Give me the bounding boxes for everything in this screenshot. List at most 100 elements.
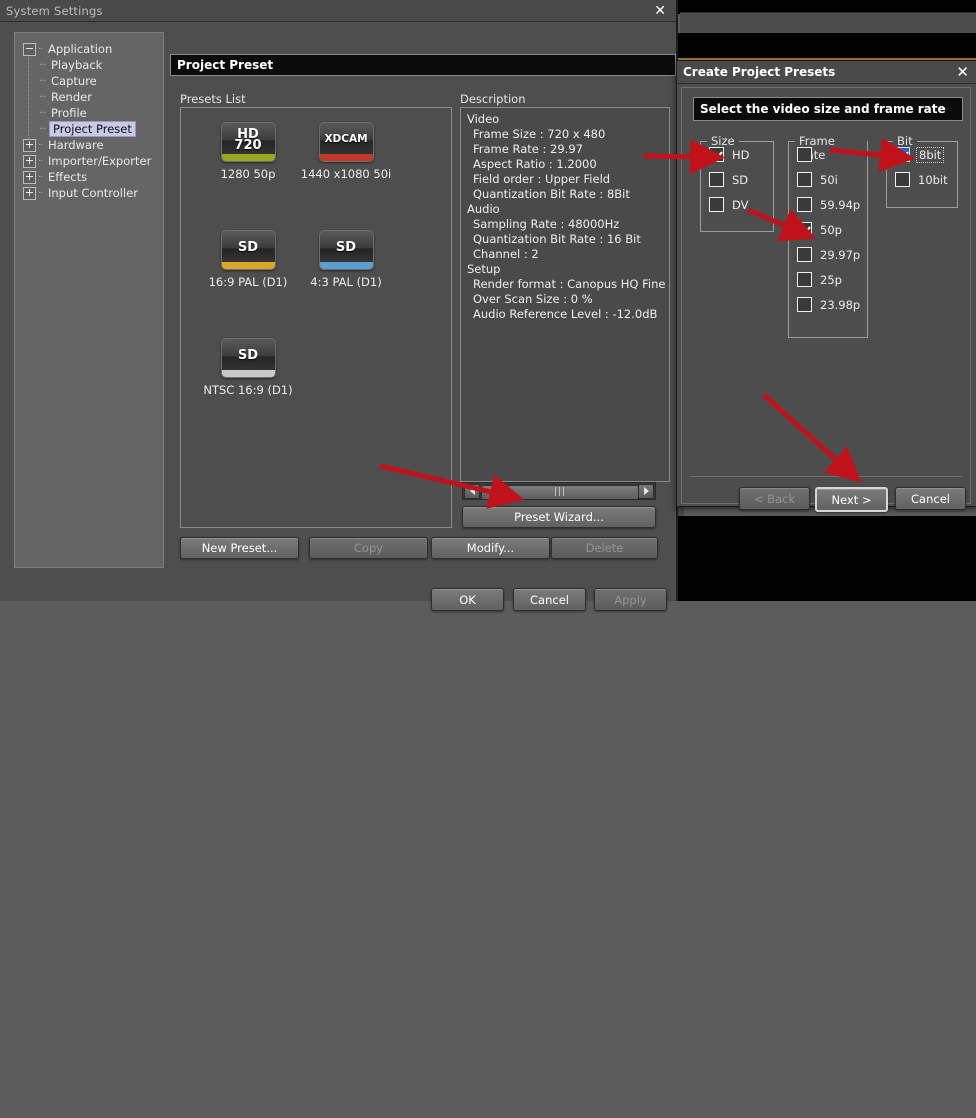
expand-icon[interactable] xyxy=(23,171,36,184)
checkbox-50i[interactable] xyxy=(797,172,812,187)
tree-item-label: Playback xyxy=(51,58,102,72)
tree-item-label: Effects xyxy=(48,170,87,184)
hscrollbar-thumb[interactable]: ||| xyxy=(481,485,639,500)
tree-item-render[interactable]: ···Render xyxy=(23,89,155,105)
description-line: Frame Size : 720 x 480 xyxy=(467,127,669,142)
bit-group-title: Bit xyxy=(893,134,917,148)
tree-item-playback[interactable]: ···Playback xyxy=(23,57,155,73)
dialog-close-icon[interactable]: ✕ xyxy=(952,65,973,80)
cancel-button[interactable]: Cancel xyxy=(513,588,586,611)
checkbox-row-50i[interactable]: 50i xyxy=(789,167,867,192)
checkbox-23-98p[interactable] xyxy=(797,297,812,312)
tree-item-effects[interactable]: ··Effects xyxy=(23,169,155,185)
background-black-band xyxy=(676,33,976,58)
checkbox-label: 50p xyxy=(820,223,842,237)
system-settings-window: System Settings ✕ ··Application···Playba… xyxy=(0,0,678,601)
hscrollbar-track[interactable]: ||| xyxy=(481,485,637,498)
expand-icon[interactable] xyxy=(23,139,36,152)
preset-icon-color-bar xyxy=(222,154,275,161)
preset-wizard-button[interactable]: Preset Wizard... xyxy=(462,506,656,528)
presets-list-box[interactable]: HD7201280 50pXDCAM1440 x1080 50i SD 16:9 P… xyxy=(180,107,452,528)
tree-item-project-preset[interactable]: ···Project Preset xyxy=(23,121,155,137)
tree-dots: ··· xyxy=(39,92,51,103)
preset-icon-text: SD xyxy=(320,234,373,261)
tree-item-label: Application xyxy=(48,42,112,56)
checkbox-59-94i[interactable] xyxy=(797,147,812,162)
right-arrow-icon[interactable] xyxy=(638,484,654,499)
preset-tile[interactable]: SD4:3 PAL (D1) xyxy=(291,230,401,289)
next-button[interactable]: Next > xyxy=(815,487,888,512)
checkbox-row-sd[interactable]: SD xyxy=(701,167,773,192)
window-body: ··Application···Playback···Capture···Ren… xyxy=(0,22,676,601)
tree-item-application[interactable]: ··Application xyxy=(23,41,155,57)
preset-tile[interactable]: SDNTSC 16:9 (D1) xyxy=(193,338,303,397)
dialog-cancel-button[interactable]: Cancel xyxy=(895,487,966,510)
expand-icon[interactable] xyxy=(23,187,36,200)
bit-group: Bit 8bit10bit xyxy=(886,141,958,208)
checkbox-59-94p[interactable] xyxy=(797,197,812,212)
presets-list-label: Presets List xyxy=(180,92,246,106)
preset-icon-text: SD xyxy=(222,342,275,369)
description-line: Audio xyxy=(467,202,669,217)
preset-tile[interactable]: HD7201280 50p xyxy=(193,122,303,181)
ok-button[interactable]: OK xyxy=(431,588,504,611)
tree-item-profile[interactable]: ···Profile xyxy=(23,105,155,121)
window-title: System Settings xyxy=(6,4,103,18)
description-hscrollbar[interactable]: ||| xyxy=(462,482,656,500)
tree-dots: ·· xyxy=(38,188,48,199)
checkbox-hd[interactable] xyxy=(709,147,724,162)
tree-item-importer-exporter[interactable]: ··Importer/Exporter xyxy=(23,153,155,169)
tree-dots: ·· xyxy=(38,156,48,167)
checkbox-29-97p[interactable] xyxy=(797,247,812,262)
preset-caption: 16:9 PAL (D1) xyxy=(193,275,303,289)
back-button: < Back xyxy=(739,487,810,510)
checkbox-row-29-97p[interactable]: 29.97p xyxy=(789,242,867,267)
expand-icon[interactable] xyxy=(23,155,36,168)
checkbox-row-25p[interactable]: 25p xyxy=(789,267,867,292)
checkbox-row-23-98p[interactable]: 23.98p xyxy=(789,292,867,317)
preset-icon: HD720 xyxy=(221,122,276,162)
background-grey-band xyxy=(680,12,976,35)
tree-item-label: Capture xyxy=(51,74,97,88)
dialog-instruction: Select the video size and frame rate xyxy=(693,97,963,121)
modify-button[interactable]: Modify... xyxy=(431,537,550,559)
checkbox-row-10bit[interactable]: 10bit xyxy=(887,167,957,192)
checkbox-8bit[interactable] xyxy=(895,147,910,162)
checkbox-row-59-94p[interactable]: 59.94p xyxy=(789,192,867,217)
close-icon[interactable]: ✕ xyxy=(650,4,670,18)
tree-item-hardware[interactable]: ··Hardware xyxy=(23,137,155,153)
description-line: Field order : Upper Field xyxy=(467,172,669,187)
checkbox-label: HD xyxy=(732,148,750,162)
settings-tree[interactable]: ··Application···Playback···Capture···Ren… xyxy=(23,41,155,201)
left-arrow-icon[interactable] xyxy=(464,484,480,499)
preset-tile[interactable]: XDCAM1440 x1080 50i xyxy=(291,122,401,181)
dialog-title: Create Project Presets xyxy=(683,65,835,79)
collapse-icon[interactable] xyxy=(23,43,36,56)
preset-tile[interactable]: SD 16:9 PAL (D1) xyxy=(193,230,303,289)
description-line: Sampling Rate : 48000Hz xyxy=(467,217,669,232)
description-line: Channel : 2 xyxy=(467,247,669,262)
checkbox-10bit[interactable] xyxy=(895,172,910,187)
create-project-presets-dialog: Create Project Presets ✕ Select the vide… xyxy=(676,60,976,507)
checkbox-label: 8bit xyxy=(916,147,944,163)
description-line: Render format : Canopus HQ Fine xyxy=(467,277,669,292)
checkbox-25p[interactable] xyxy=(797,272,812,287)
description-line: Quantization Bit Rate : 16 Bit xyxy=(467,232,669,247)
tree-item-label: Project Preset xyxy=(49,121,136,137)
tree-dots: ·· xyxy=(38,44,48,55)
frame-rate-options[interactable]: 59.94i50i59.94p50p29.97p25p23.98p xyxy=(789,142,867,317)
checkbox-row-dv[interactable]: DV xyxy=(701,192,773,217)
preset-icon: XDCAM xyxy=(319,122,374,162)
bit-options[interactable]: 8bit 10bit xyxy=(887,142,957,192)
tree-item-capture[interactable]: ···Capture xyxy=(23,73,155,89)
description-line: Video xyxy=(467,112,669,127)
checkbox-dv[interactable] xyxy=(709,197,724,212)
checkbox-sd[interactable] xyxy=(709,172,724,187)
size-options[interactable]: HD SDDV xyxy=(701,142,773,217)
new-preset-button[interactable]: New Preset... xyxy=(180,537,299,559)
checkbox-row-50p[interactable]: 50p xyxy=(789,217,867,242)
checkbox-50p[interactable] xyxy=(797,222,812,237)
description-label: Description xyxy=(460,92,526,106)
preset-icon: SD xyxy=(221,230,276,270)
tree-item-input-controller[interactable]: ··Input Controller xyxy=(23,185,155,201)
